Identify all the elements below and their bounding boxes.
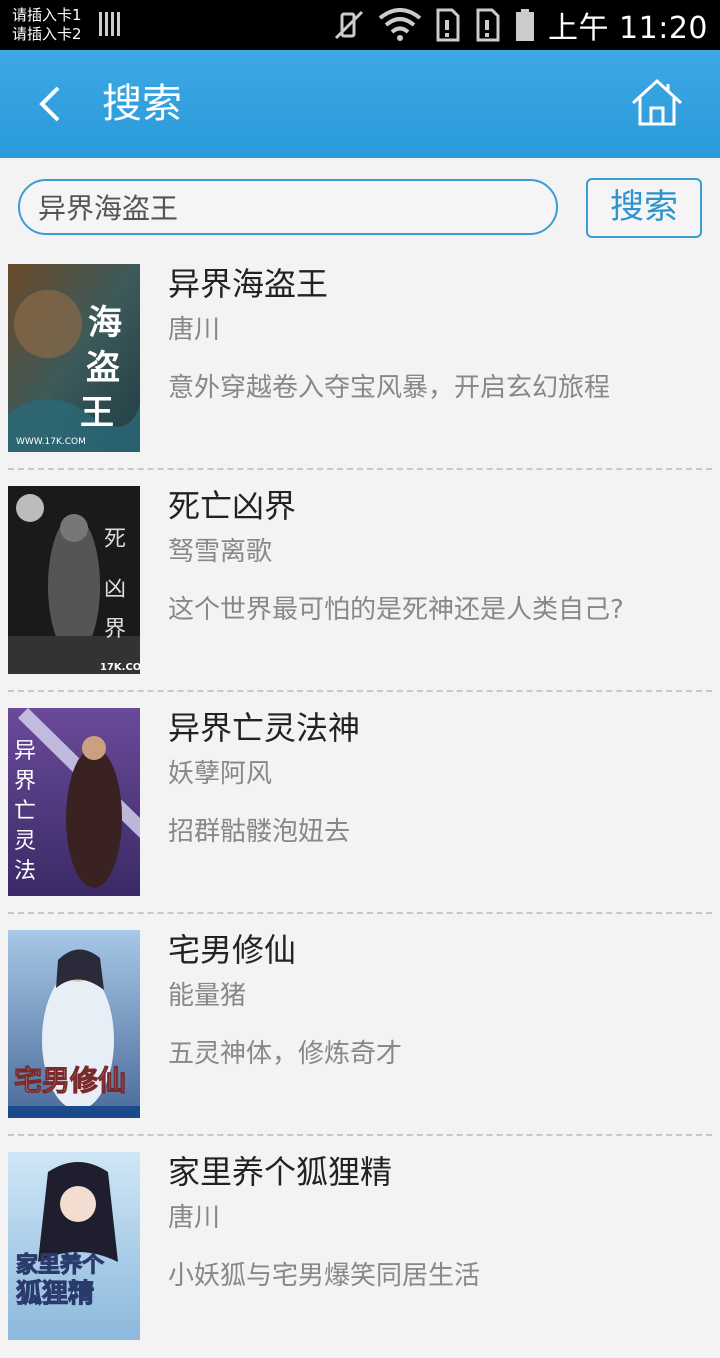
book-cover: 海 盗 王 WWW.17K.COM [8,264,140,452]
svg-text:宅男修仙: 宅男修仙 [14,1064,126,1097]
list-item[interactable]: 宅男修仙 宅男修仙 能量猪 五灵神体，修炼奇才 [0,914,720,1136]
book-cover: 家里养个 狐狸精 [8,1152,140,1340]
svg-text:界: 界 [104,617,126,642]
svg-text:灵: 灵 [14,829,36,854]
clock-prefix: 上午 [547,11,609,46]
book-title: 异界海盗王 [168,265,329,303]
book-description: 意外穿越卷入夺宝风暴，开启玄幻旅程 [168,373,611,403]
book-author: 唐川 [168,1203,221,1233]
sim-status: 请插入卡1 请插入卡2 [12,6,82,44]
svg-text:凶: 凶 [104,577,126,602]
svg-text:王: 王 [80,393,114,433]
book-cover: 死 凶 界 17K.COM [8,486,140,674]
search-input[interactable] [18,179,558,235]
back-button[interactable] [30,80,70,128]
svg-text:亡: 亡 [14,799,36,824]
cover-art-3: 异 界 亡 灵 法 [8,708,140,896]
chevron-left-icon [39,86,60,122]
book-author: 驽雪离歌 [168,537,273,567]
svg-text:界: 界 [14,769,36,794]
book-description: 招群骷髅泡妞去 [168,817,351,847]
book-list: 海 盗 王 WWW.17K.COM 异界海盗王 唐川 意外穿越卷入夺宝风暴，开启… [0,248,720,1358]
book-author: 能量猪 [168,981,247,1011]
cover-art-5: 家里养个 狐狸精 [8,1152,140,1340]
title-bar: 搜索 [0,50,720,158]
cover-art-1: 海 盗 王 WWW.17K.COM [8,264,140,452]
sim2-text: 请插入卡2 [12,25,82,43]
search-button[interactable]: 搜索 [586,178,702,238]
book-description: 小妖狐与宅男爆笑同居生活 [168,1261,481,1291]
book-cover: 宅男修仙 [8,930,140,1118]
wifi-icon [378,8,422,41]
svg-text:海: 海 [88,303,122,343]
book-title: 死亡凶界 [168,487,297,525]
clock-time: 11:20 [619,11,708,46]
list-item[interactable]: 家里养个 狐狸精 家里养个狐狸精 唐川 小妖狐与宅男爆笑同居生活 [0,1136,720,1358]
sim1-text: 请插入卡1 [12,6,82,24]
cover-art-2: 死 凶 界 17K.COM [8,486,140,674]
book-author: 妖孽阿风 [168,759,273,789]
svg-text:盗: 盗 [86,348,120,388]
svg-text:WWW.17K.COM: WWW.17K.COM [16,437,86,447]
clock: 上午 11:20 [548,3,708,47]
book-description: 这个世界最可怕的是死神还是人类自己? [168,595,624,625]
list-item[interactable]: 海 盗 王 WWW.17K.COM 异界海盗王 唐川 意外穿越卷入夺宝风暴，开启… [0,248,720,470]
sim-card-2-icon [476,8,500,42]
book-title: 宅男修仙 [168,931,297,969]
svg-text:异: 异 [14,739,36,764]
home-button[interactable] [630,78,684,128]
signal-bars-icon [99,12,120,36]
cover-art-4: 宅男修仙 [8,930,140,1118]
book-author: 唐川 [168,315,221,345]
svg-text:法: 法 [14,859,36,884]
book-cover: 异 界 亡 灵 法 [8,708,140,896]
book-description: 五灵神体，修炼奇才 [168,1039,403,1069]
svg-text:死: 死 [104,527,126,552]
home-icon [631,78,683,126]
vibrate-off-icon [334,10,364,40]
book-title: 异界亡灵法神 [168,709,361,747]
list-item[interactable]: 死 凶 界 17K.COM 死亡凶界 驽雪离歌 这个世界最可怕的是死神还是人类自… [0,470,720,692]
status-bar: 请插入卡1 请插入卡2 上午 11:20 [0,0,720,50]
svg-text:狐狸精: 狐狸精 [16,1279,94,1309]
sim-card-icon [436,8,460,42]
battery-icon [515,9,534,41]
page-title: 搜索 [102,81,182,127]
svg-text:家里养个: 家里养个 [16,1252,105,1278]
book-title: 家里养个狐狸精 [168,1153,393,1191]
list-item[interactable]: 异 界 亡 灵 法 异界亡灵法神 妖孽阿风 招群骷髅泡妞去 [0,692,720,914]
svg-text:17K.COM: 17K.COM [100,662,140,673]
